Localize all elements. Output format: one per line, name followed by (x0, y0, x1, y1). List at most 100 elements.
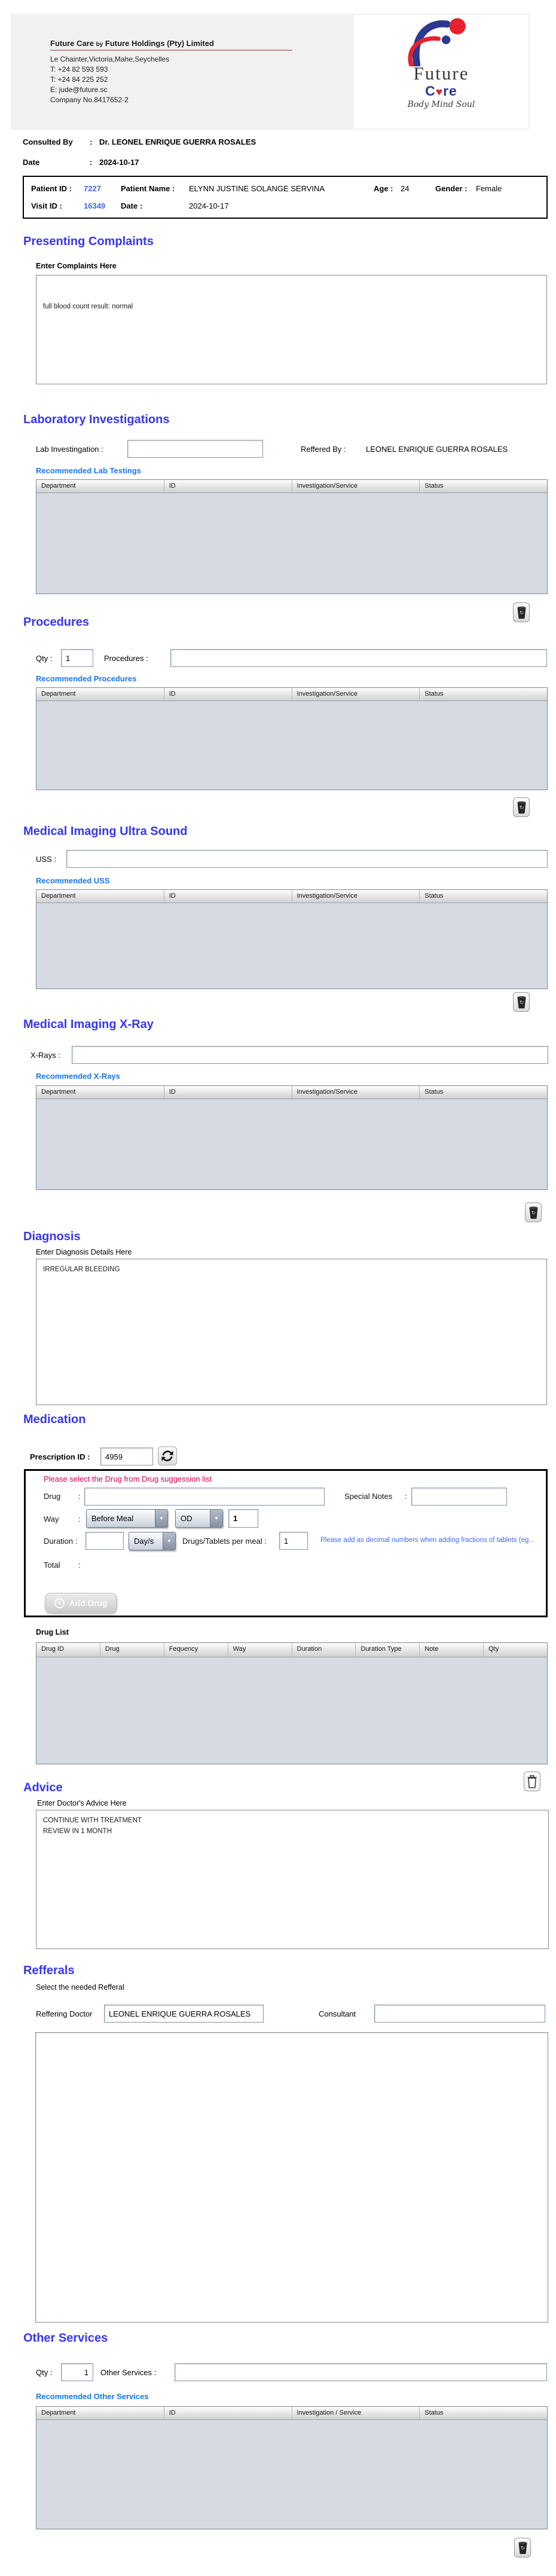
complaints-textarea[interactable]: full blood count result: normal (36, 275, 547, 384)
special-notes-colon: : (405, 1492, 407, 1501)
other-services-table-header: Department ID Investigation / Service St… (36, 2407, 547, 2420)
section-referrals: Refferals (23, 1964, 75, 1978)
company-name-pre: Future Care (50, 39, 94, 48)
logo-tagline: Body Mind Soul (408, 100, 475, 109)
frequency-qty-input[interactable] (228, 1509, 258, 1528)
patient-age-value: 24 (401, 184, 409, 193)
drug-list-table: Drug ID Drug Fequency Way Duration Durat… (36, 1642, 548, 1764)
lab-tests-table: Department ID Investigation/Service Stat… (36, 479, 548, 594)
decimal-note: Please add as decimal numbers when addin… (320, 1537, 548, 1544)
chevron-down-icon: ▼ (210, 1510, 222, 1527)
prescription-id-input[interactable] (100, 1448, 153, 1466)
procedures-qty-input[interactable] (61, 649, 93, 667)
logo-care-pre: C (425, 83, 436, 99)
consultant-input[interactable] (374, 2005, 545, 2023)
reffering-doctor-input[interactable] (104, 2005, 264, 2023)
col-header-department: Department (36, 480, 164, 492)
xray-delete-button[interactable]: ↻ (525, 1203, 542, 1222)
lab-delete-button[interactable]: ↻ (513, 602, 530, 622)
per-meal-label: Drugs/Tablets per meal : (182, 1537, 267, 1546)
svg-text:↻: ↻ (531, 1210, 536, 1216)
col-header-status: Status (420, 2407, 547, 2419)
futurecare-logo: Future C♥re Body Mind Soul (354, 15, 528, 129)
uss-input[interactable] (66, 850, 548, 868)
prescription-refresh-button[interactable] (158, 1446, 177, 1466)
company-info: Future Care by Future Holdings (Pty) Lim… (50, 39, 292, 105)
company-number: Company No.8417652-2 (50, 95, 292, 105)
drug-list-label: Drug List (36, 1628, 69, 1636)
diagnosis-textarea[interactable]: IRREGULAR BLEEDING (36, 1259, 547, 1405)
company-phone1: T: +24 82 593 593 (50, 65, 292, 75)
procedures-input[interactable] (170, 649, 547, 667)
futurecare-logo-mark-icon (396, 15, 486, 66)
complaints-label: Enter Complaints Here (36, 262, 117, 270)
col-header-department: Department (36, 2407, 164, 2419)
procedures-delete-button[interactable]: ↻ (513, 797, 530, 817)
procedures-qty-label: Qty : (36, 654, 52, 663)
col-header-department: Department (36, 890, 164, 902)
lab-investigation-input[interactable] (127, 440, 263, 458)
company-email: E: jude@future.sc (50, 85, 292, 95)
advice-textarea[interactable]: CONTINUE WITH TREATMENT REVIEW IN 1 MONT… (36, 1810, 549, 1949)
col-header-qty: Qty (484, 1643, 547, 1657)
col-header-id: ID (164, 480, 292, 492)
duration-input[interactable] (85, 1532, 124, 1550)
xray-table: Department ID Investigation/Service Stat… (36, 1085, 548, 1190)
col-header-investigation: Investigation/Service (292, 688, 420, 700)
recommended-lab-testings-label: Recommended Lab Testings (36, 466, 141, 475)
col-header-status: Status (420, 1086, 547, 1099)
section-procedures: Procedures (23, 616, 89, 629)
col-header-frequency: Fequency (164, 1643, 228, 1657)
trash-icon: ↻ (528, 1206, 539, 1219)
col-header-drug: Drug (100, 1643, 164, 1657)
recommended-other-services-label: Recommended Other Services (36, 2392, 149, 2401)
lab-reffered-by-label: Reffered By : (301, 445, 346, 454)
section-presenting-complaints: Presenting Complaints (23, 235, 154, 249)
duration-unit-select[interactable]: Day/s ▼ (129, 1532, 176, 1550)
referral-list[interactable] (35, 2032, 548, 2323)
per-meal-input[interactable] (279, 1532, 308, 1550)
col-header-investigation: Investigation/Service (292, 890, 420, 902)
prescription-id-label: Prescription ID : (30, 1452, 90, 1461)
consult-date-line: Date: 2024-10-17 (23, 158, 139, 167)
logo-wordmark-future: Future (414, 63, 469, 84)
xray-input[interactable] (72, 1046, 548, 1064)
special-notes-input[interactable] (411, 1488, 507, 1506)
col-header-duration-type: Duration Type (356, 1643, 420, 1657)
trash-outline-icon (526, 1775, 538, 1789)
visit-id-label: Visit ID : (31, 201, 62, 210)
consulted-by-label: Consulted By (23, 137, 90, 146)
drug-input[interactable] (84, 1488, 325, 1506)
col-header-investigation: Investigation/Service (292, 1086, 420, 1099)
consultation-page: Future Care by Future Holdings (Pty) Lim… (0, 0, 556, 2576)
col-header-note: Note (420, 1643, 484, 1657)
consult-date-label: Date (23, 158, 90, 167)
add-drug-button[interactable]: + Add Drug (45, 1593, 117, 1613)
col-header-department: Department (36, 1086, 164, 1099)
uss-delete-button[interactable]: ↻ (513, 992, 530, 1012)
referral-select-label: Select the needed Refferal (36, 1983, 124, 1991)
advice-delete-button[interactable] (524, 1772, 540, 1791)
consulted-by-colon: : (90, 137, 92, 146)
chevron-down-icon: ▼ (163, 1532, 175, 1550)
uss-table: Department ID Investigation/Service Stat… (36, 889, 548, 989)
patient-gender-label: Gender : (435, 184, 467, 193)
trash-icon: ↻ (516, 995, 527, 1009)
meal-way-select[interactable]: Before Meal ▼ (86, 1509, 168, 1528)
other-services-delete-button[interactable]: ↻ (514, 2538, 531, 2557)
other-qty-input[interactable] (61, 2363, 93, 2381)
logo-care-post: re (443, 83, 457, 99)
patient-name-value: ELYNN JUSTINE SOLANGE SERVINA (189, 184, 325, 193)
visit-id-value: 16349 (84, 201, 105, 210)
section-xray: Medical Imaging X-Ray (23, 1018, 154, 1032)
recommended-xrays-label: Recommended X-Rays (36, 1072, 120, 1081)
drug-list-table-header: Drug ID Drug Fequency Way Duration Durat… (36, 1643, 547, 1657)
other-qty-label: Qty : (36, 2368, 52, 2377)
xray-table-header: Department ID Investigation/Service Stat… (36, 1086, 547, 1099)
frequency-select[interactable]: OD ▼ (175, 1509, 223, 1528)
svg-text:↻: ↻ (519, 610, 524, 616)
section-diagnosis: Diagnosis (23, 1230, 81, 1244)
other-services-input[interactable] (175, 2363, 547, 2381)
patient-info-box: Patient ID : 7227 Patient Name : ELYNN J… (23, 176, 548, 219)
svg-text:↻: ↻ (520, 2546, 525, 2551)
